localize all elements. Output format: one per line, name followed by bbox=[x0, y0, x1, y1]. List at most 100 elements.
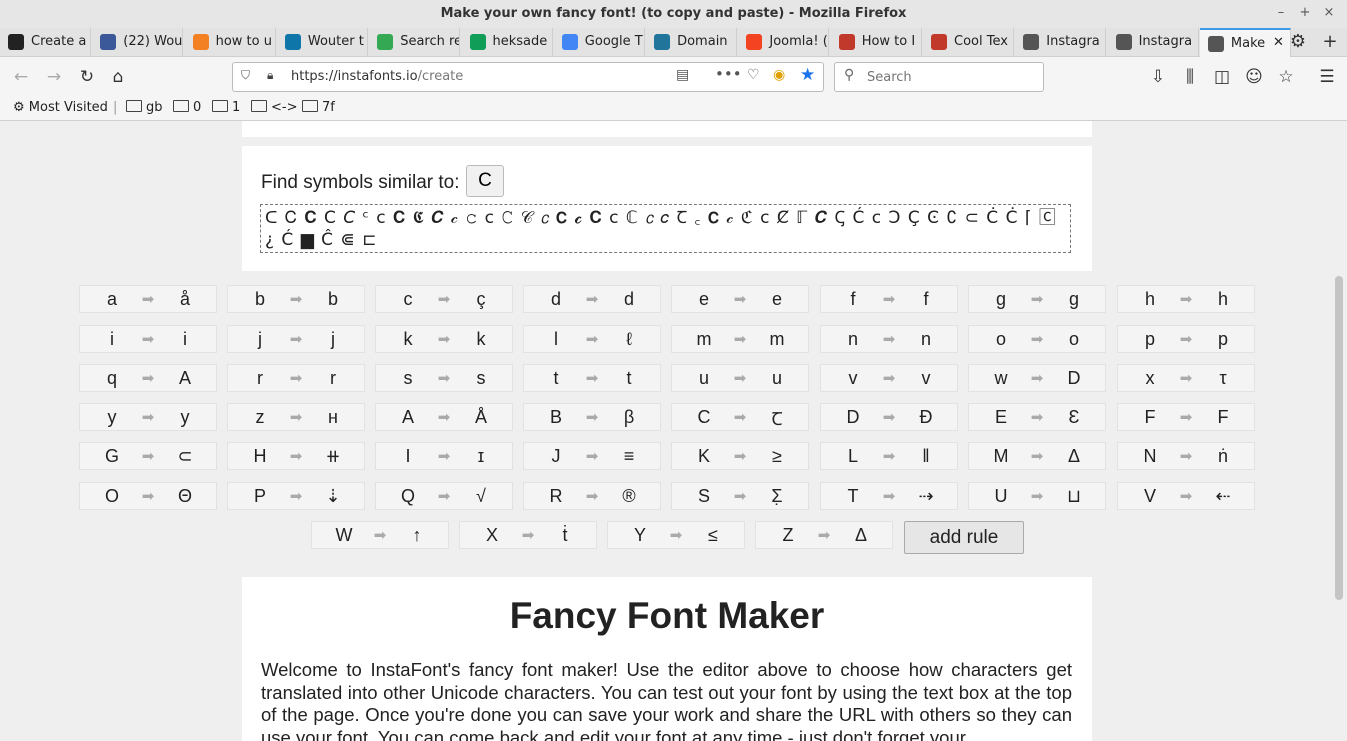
tab[interactable]: Search re bbox=[369, 28, 461, 56]
rule-to-char[interactable]: Ꞇ bbox=[744, 407, 810, 431]
rule-row[interactable]: x ➡ τ bbox=[1117, 364, 1255, 392]
rule-to-char[interactable]: ⊔ bbox=[1041, 486, 1107, 507]
pocket-icon[interactable]: ♡ bbox=[747, 67, 760, 83]
rule-from-char[interactable]: W bbox=[312, 525, 376, 546]
tab[interactable]: Joomla! ( bbox=[738, 28, 830, 56]
rule-to-char[interactable]: ɪ bbox=[448, 446, 514, 467]
rule-to-char[interactable]: f bbox=[893, 289, 959, 310]
scrollbar-thumb[interactable] bbox=[1335, 276, 1343, 600]
bookmark-folder[interactable]: 1 bbox=[212, 100, 240, 115]
rule-to-char[interactable]: ⧺ bbox=[300, 446, 366, 467]
rule-row[interactable]: K ➡ ≥ bbox=[671, 442, 809, 470]
rule-row[interactable]: w ➡ D bbox=[968, 364, 1106, 392]
bookmark-folder[interactable]: 7f bbox=[302, 100, 335, 115]
rule-from-char[interactable]: P bbox=[228, 486, 292, 507]
rule-from-char[interactable]: v bbox=[821, 368, 885, 389]
rule-to-char[interactable]: u bbox=[744, 368, 810, 389]
downloads-icon[interactable]: ⇩ bbox=[1147, 66, 1169, 88]
bookmark-folder[interactable]: <-> bbox=[251, 100, 297, 115]
rule-row[interactable]: e ➡ e bbox=[671, 285, 809, 313]
sidebar-icon[interactable]: ◫ bbox=[1211, 66, 1233, 88]
rule-to-char[interactable]: н bbox=[300, 407, 366, 428]
rule-from-char[interactable]: M bbox=[969, 446, 1033, 467]
rule-row[interactable]: z ➡ н bbox=[227, 403, 365, 431]
rule-from-char[interactable]: H bbox=[228, 446, 292, 467]
page-actions-icon[interactable]: ••• bbox=[715, 65, 742, 83]
rule-to-char[interactable]: s bbox=[448, 368, 514, 389]
rule-from-char[interactable]: p bbox=[1118, 329, 1182, 350]
rule-to-char[interactable]: g bbox=[1041, 289, 1107, 310]
rule-to-char[interactable]: Ɖ bbox=[893, 407, 959, 428]
rule-from-char[interactable]: i bbox=[80, 329, 144, 350]
rule-to-char[interactable]: r bbox=[300, 368, 366, 389]
rule-row[interactable]: q ➡ A bbox=[79, 364, 217, 392]
rule-from-char[interactable]: B bbox=[524, 407, 588, 428]
rule-row[interactable]: j ➡ j bbox=[227, 325, 365, 353]
rule-from-char[interactable]: m bbox=[672, 329, 736, 350]
rule-from-char[interactable]: l bbox=[524, 329, 588, 350]
tab[interactable]: how to u bbox=[185, 28, 276, 56]
rule-from-char[interactable]: k bbox=[376, 329, 440, 350]
rule-to-char[interactable]: D bbox=[1041, 368, 1107, 389]
rule-from-char[interactable]: L bbox=[821, 446, 885, 467]
star-icon[interactable]: ☆ bbox=[1275, 66, 1297, 88]
rule-to-char[interactable]: F bbox=[1190, 407, 1256, 428]
rule-from-char[interactable]: e bbox=[672, 289, 736, 310]
bookmark-folder[interactable]: gb bbox=[126, 100, 163, 115]
rule-row[interactable]: o ➡ o bbox=[968, 325, 1106, 353]
rule-to-char[interactable]: p bbox=[1190, 329, 1256, 350]
rule-row[interactable]: O ➡ Θ bbox=[79, 482, 217, 510]
rule-from-char[interactable]: a bbox=[80, 289, 144, 310]
rule-from-char[interactable]: R bbox=[524, 486, 588, 507]
tab[interactable]: Make ✕ bbox=[1199, 28, 1291, 57]
rule-row[interactable]: J ➡ ≡ bbox=[523, 442, 661, 470]
rule-from-char[interactable]: I bbox=[376, 446, 440, 467]
rule-row[interactable]: C ➡ Ꞇ bbox=[671, 403, 809, 431]
rule-row[interactable]: F ➡ F bbox=[1117, 403, 1255, 431]
rule-from-char[interactable]: t bbox=[524, 368, 588, 389]
tab[interactable]: Google T bbox=[554, 28, 645, 56]
rule-to-char[interactable]: ℓ bbox=[596, 329, 662, 350]
rule-row[interactable]: Y ➡ ≤ bbox=[607, 521, 745, 549]
rule-from-char[interactable]: G bbox=[80, 446, 144, 467]
tab[interactable]: Cool Tex bbox=[923, 28, 1014, 56]
rule-to-char[interactable]: e bbox=[744, 289, 810, 310]
bookmark-star-icon[interactable]: ★ bbox=[800, 65, 815, 85]
rule-from-char[interactable]: S bbox=[672, 486, 736, 507]
rule-from-char[interactable]: u bbox=[672, 368, 736, 389]
url-bar[interactable]: ⛉ 🔒︎ https://instafonts.io/create ▤ ••• … bbox=[232, 62, 824, 92]
rule-row[interactable]: r ➡ r bbox=[227, 364, 365, 392]
rule-to-char[interactable]: ↑ bbox=[384, 525, 450, 546]
rule-from-char[interactable]: f bbox=[821, 289, 885, 310]
new-tab-button[interactable]: + bbox=[1320, 32, 1340, 52]
gear-icon[interactable]: ⚙ bbox=[1288, 32, 1308, 52]
tab[interactable]: Create a bbox=[0, 28, 91, 56]
library-icon[interactable]: ⫼ bbox=[1179, 66, 1201, 88]
rule-row[interactable]: t ➡ t bbox=[523, 364, 661, 392]
search-bar[interactable]: ⚲ bbox=[834, 62, 1044, 92]
search-input[interactable] bbox=[865, 69, 1039, 86]
rule-from-char[interactable]: D bbox=[821, 407, 885, 428]
rule-row[interactable]: T ➡ ⇢ bbox=[820, 482, 958, 510]
rule-to-char[interactable]: v bbox=[893, 368, 959, 389]
rule-row[interactable]: c ➡ ç bbox=[375, 285, 513, 313]
rule-row[interactable]: H ➡ ⧺ bbox=[227, 442, 365, 470]
rule-to-char[interactable]: o bbox=[1041, 329, 1107, 350]
rule-from-char[interactable]: U bbox=[969, 486, 1033, 507]
rule-row[interactable]: X ➡ ṫ bbox=[459, 521, 597, 549]
rule-from-char[interactable]: b bbox=[228, 289, 292, 310]
rule-row[interactable]: g ➡ g bbox=[968, 285, 1106, 313]
account-icon[interactable]: ☺ bbox=[1243, 66, 1265, 88]
rule-to-char[interactable]: ⇠ bbox=[1190, 486, 1256, 507]
scrollbar[interactable] bbox=[1331, 121, 1347, 741]
home-icon[interactable]: ⌂ bbox=[107, 66, 129, 88]
rule-to-char[interactable]: ⇢ bbox=[893, 486, 959, 507]
close-window-button[interactable]: × bbox=[1321, 5, 1337, 20]
rule-row[interactable]: n ➡ n bbox=[820, 325, 958, 353]
reader-view-icon[interactable]: ▤ bbox=[676, 67, 689, 83]
menu-icon[interactable]: ☰ bbox=[1316, 66, 1338, 88]
lock-icon[interactable]: 🔒︎ bbox=[267, 68, 273, 83]
rule-row[interactable]: k ➡ k bbox=[375, 325, 513, 353]
close-tab-icon[interactable]: ✕ bbox=[1273, 35, 1284, 50]
rule-row[interactable]: u ➡ u bbox=[671, 364, 809, 392]
